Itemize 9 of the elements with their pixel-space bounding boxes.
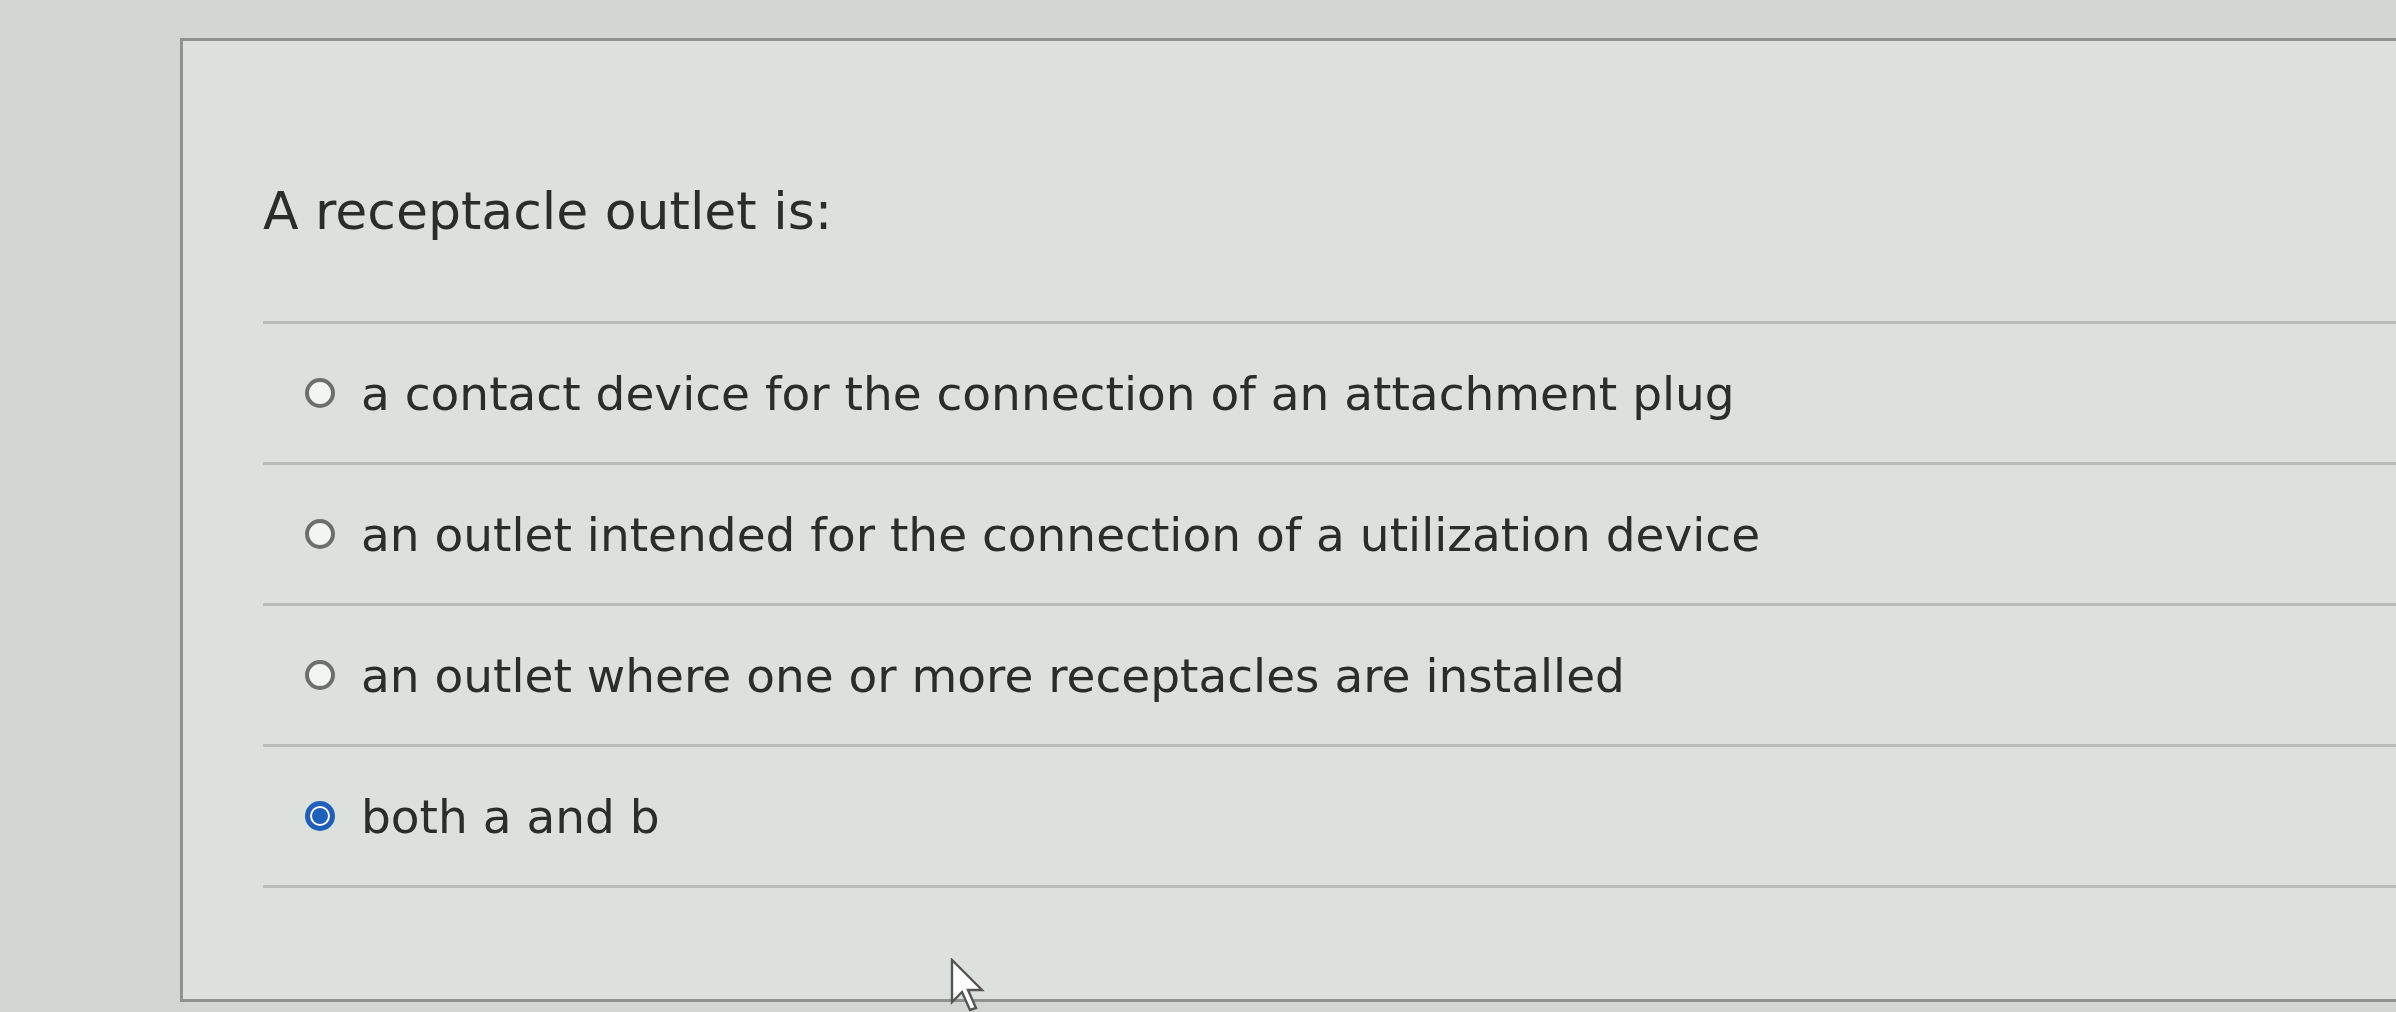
radio-button[interactable] xyxy=(305,378,335,408)
answer-option[interactable]: a contact device for the connection of an attachment plug xyxy=(263,324,1741,462)
answer-option[interactable]: an outlet where one or more receptacles are installed xyxy=(263,606,1631,744)
radio-button[interactable] xyxy=(305,801,335,831)
radio-button[interactable] xyxy=(305,660,335,690)
answer-option[interactable]: both a and b xyxy=(263,747,666,885)
answer-option[interactable]: an outlet intended for the connection of a utilization device xyxy=(263,465,1767,603)
radio-button[interactable] xyxy=(305,519,335,549)
question-text: A receptacle outlet is: xyxy=(263,181,833,241)
